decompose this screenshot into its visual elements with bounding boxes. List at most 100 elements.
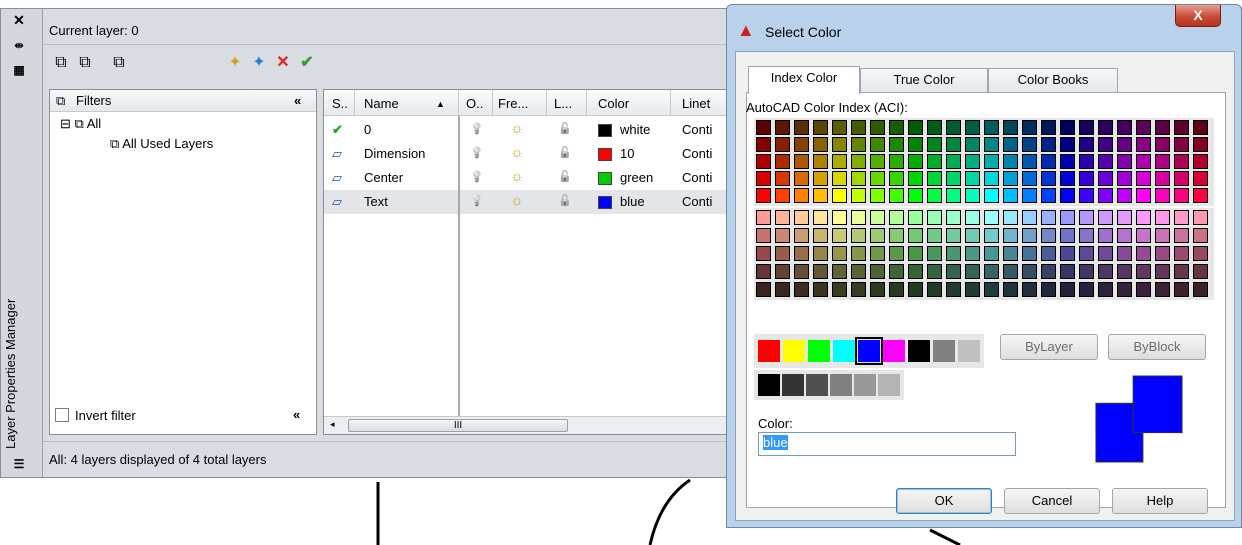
- aci-swatch[interactable]: [870, 120, 885, 135]
- aci-swatch[interactable]: [1136, 264, 1151, 279]
- aci-swatch[interactable]: [1193, 228, 1208, 243]
- standard-color-swatch[interactable]: [833, 340, 855, 362]
- aci-swatch[interactable]: [927, 120, 942, 135]
- aci-swatch[interactable]: [1155, 246, 1170, 261]
- collapse-icon[interactable]: «: [293, 407, 300, 422]
- aci-swatch[interactable]: [908, 188, 923, 203]
- aci-swatch[interactable]: [832, 171, 847, 186]
- aci-swatch[interactable]: [946, 282, 961, 297]
- col-status[interactable]: S..: [332, 96, 348, 111]
- aci-swatch[interactable]: [1060, 246, 1075, 261]
- aci-swatch[interactable]: [1155, 137, 1170, 152]
- layer-linetype[interactable]: Conti: [682, 122, 712, 137]
- aci-swatch[interactable]: [908, 246, 923, 261]
- close-icon[interactable]: ✕: [9, 11, 29, 29]
- aci-swatch[interactable]: [889, 120, 904, 135]
- on-bulb-icon[interactable]: 💡: [470, 122, 484, 135]
- tab-color-books[interactable]: Color Books: [988, 68, 1118, 92]
- aci-swatch[interactable]: [1003, 120, 1018, 135]
- aci-swatch[interactable]: [927, 137, 942, 152]
- aci-swatch[interactable]: [1079, 210, 1094, 225]
- aci-swatch[interactable]: [1003, 282, 1018, 297]
- layer-name[interactable]: Text: [364, 194, 388, 209]
- pane-splitter[interactable]: [458, 116, 460, 416]
- aci-swatch[interactable]: [946, 171, 961, 186]
- aci-swatch[interactable]: [1022, 210, 1037, 225]
- layer-color-name[interactable]: green: [620, 170, 653, 185]
- aci-swatch[interactable]: [813, 246, 828, 261]
- standard-color-swatch[interactable]: [808, 340, 830, 362]
- properties-icon[interactable]: ▦: [9, 61, 29, 79]
- aci-swatch[interactable]: [1022, 264, 1037, 279]
- aci-swatch[interactable]: [851, 228, 866, 243]
- aci-swatch[interactable]: [870, 282, 885, 297]
- aci-swatch[interactable]: [1117, 171, 1132, 186]
- gray-color-swatch[interactable]: [806, 374, 828, 396]
- aci-swatch[interactable]: [756, 246, 771, 261]
- aci-swatch[interactable]: [889, 282, 904, 297]
- color-field[interactable]: blue: [758, 432, 1016, 456]
- aci-swatch[interactable]: [851, 246, 866, 261]
- aci-swatch[interactable]: [870, 188, 885, 203]
- gray-color-swatch[interactable]: [830, 374, 852, 396]
- aci-swatch[interactable]: [1003, 246, 1018, 261]
- aci-swatch[interactable]: [984, 264, 999, 279]
- aci-swatch[interactable]: [870, 171, 885, 186]
- aci-swatch[interactable]: [1155, 228, 1170, 243]
- layer-color-swatch[interactable]: [598, 148, 612, 161]
- aci-swatch[interactable]: [851, 188, 866, 203]
- aci-swatch[interactable]: [775, 264, 790, 279]
- aci-swatch[interactable]: [1136, 228, 1151, 243]
- aci-swatch[interactable]: [775, 188, 790, 203]
- aci-swatch[interactable]: [1041, 264, 1056, 279]
- aci-swatch[interactable]: [965, 120, 980, 135]
- aci-swatch[interactable]: [984, 171, 999, 186]
- aci-swatch[interactable]: [1079, 137, 1094, 152]
- aci-swatch[interactable]: [1136, 188, 1151, 203]
- aci-swatch[interactable]: [832, 282, 847, 297]
- aci-swatch[interactable]: [756, 120, 771, 135]
- aci-swatch[interactable]: [1060, 154, 1075, 169]
- help-button[interactable]: Help: [1112, 488, 1208, 514]
- new-property-filter-icon[interactable]: ⧉: [51, 53, 71, 73]
- aci-swatch[interactable]: [756, 137, 771, 152]
- aci-swatch[interactable]: [1098, 264, 1113, 279]
- aci-swatch[interactable]: [851, 282, 866, 297]
- aci-swatch[interactable]: [965, 246, 980, 261]
- aci-swatch[interactable]: [946, 228, 961, 243]
- aci-swatch[interactable]: [870, 264, 885, 279]
- col-lock[interactable]: L...: [554, 96, 572, 111]
- aci-swatch[interactable]: [889, 171, 904, 186]
- tab-index-color[interactable]: Index Color: [748, 66, 860, 94]
- aci-swatch[interactable]: [851, 210, 866, 225]
- gray-color-swatch[interactable]: [854, 374, 876, 396]
- aci-swatch[interactable]: [756, 154, 771, 169]
- aci-swatch[interactable]: [794, 120, 809, 135]
- aci-swatch[interactable]: [1041, 171, 1056, 186]
- aci-swatch[interactable]: [1193, 188, 1208, 203]
- aci-swatch[interactable]: [1155, 154, 1170, 169]
- aci-swatch[interactable]: [1098, 137, 1113, 152]
- aci-swatch[interactable]: [813, 264, 828, 279]
- aci-swatch[interactable]: [927, 171, 942, 186]
- layer-linetype[interactable]: Conti: [682, 170, 712, 185]
- aci-swatch[interactable]: [1117, 282, 1132, 297]
- collapse-icon[interactable]: «: [294, 93, 301, 108]
- scroll-thumb[interactable]: III: [348, 419, 568, 432]
- layer-name[interactable]: Center: [364, 170, 403, 185]
- aci-swatch[interactable]: [794, 264, 809, 279]
- close-button[interactable]: X: [1175, 5, 1221, 27]
- aci-swatch[interactable]: [794, 210, 809, 225]
- aci-swatch[interactable]: [908, 120, 923, 135]
- aci-swatch[interactable]: [1117, 264, 1132, 279]
- freeze-sun-icon[interactable]: ☼: [510, 144, 524, 161]
- on-bulb-icon[interactable]: 💡: [470, 146, 484, 159]
- layer-states-icon[interactable]: ⧉: [109, 53, 129, 73]
- standard-color-swatch[interactable]: [908, 340, 930, 362]
- aci-swatch[interactable]: [965, 210, 980, 225]
- layer-color-name[interactable]: white: [620, 122, 650, 137]
- aci-swatch[interactable]: [832, 188, 847, 203]
- aci-swatch[interactable]: [1117, 228, 1132, 243]
- aci-swatch[interactable]: [1041, 137, 1056, 152]
- aci-swatch[interactable]: [813, 188, 828, 203]
